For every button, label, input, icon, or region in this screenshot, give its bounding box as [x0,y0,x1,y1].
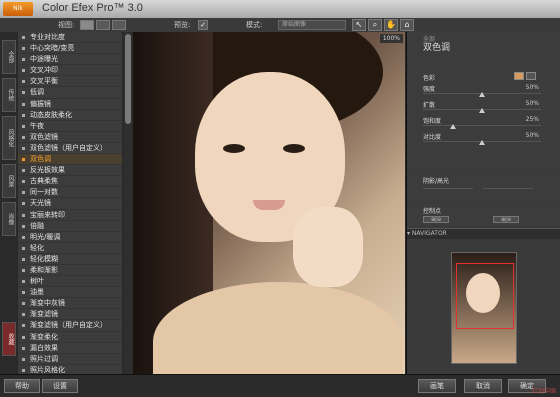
preview-checkbox[interactable]: ✓ [198,20,208,30]
filter-item[interactable]: 同一对数 [18,187,122,199]
app-logo: Nik [3,2,33,16]
param-value: 25% [525,116,539,123]
pointer-tool-icon[interactable]: ↖ [352,19,366,31]
filter-item[interactable]: 渐变滤镜（用户自定义） [18,320,122,332]
filter-item[interactable]: 明光/暖调 [18,232,122,243]
param-label: 强度 [423,86,436,93]
slider-knob[interactable] [479,140,485,145]
filter-settings-section: 全部 双色调 色彩 强度 50% 扩散 50% 饱和度 25% 对比度 50% [407,32,560,172]
fit-tool-icon[interactable]: ⌂ [400,19,414,31]
filter-item[interactable]: 双色滤镜（用户自定义） [18,143,122,155]
filter-item[interactable]: 轻化模糊 [18,254,122,265]
eyedropper-icon[interactable] [526,72,536,80]
bottom-bar: 帮助 设置 画笔 取消 确定 红动中国 [0,374,560,397]
help-button[interactable]: 帮助 [4,379,40,393]
brush-button[interactable]: 画笔 [418,379,456,393]
slider-knob[interactable] [449,124,456,129]
filter-item[interactable]: 中心突暗/变亮 [18,43,122,55]
shadows-highlights-section: 阴影/高光 [407,174,560,202]
zoom-indicator: 100% [379,34,403,43]
color-swatch[interactable] [514,72,524,80]
filter-item[interactable]: 柔和渐影 [18,265,122,277]
filter-item[interactable]: 反光板效果 [18,165,122,177]
param-label: 饱和度 [423,118,442,125]
tab-all[interactable]: 全部 [2,40,16,74]
toolbar: 视图: 预览: ✓ 模式: 原始图像 ↖ ⌕ ✋ ⌂ [0,18,560,33]
filter-item[interactable]: 渐变滤镜 [18,309,122,321]
filter-item[interactable]: 交叉冲印 [18,65,122,77]
view-label: 视图: [58,21,75,29]
hand-tool-icon[interactable]: ✋ [384,19,398,31]
control-points-label: 控制点 [423,208,442,215]
filter-item[interactable]: 双色滤镜 [18,132,122,143]
side-by-side-view-button[interactable] [112,20,126,30]
single-view-button[interactable] [80,20,94,30]
settings-button[interactable]: 设置 [42,379,78,393]
filter-item[interactable]: 照片过调 [18,354,122,365]
filter-item[interactable]: 树叶 [18,276,122,288]
filter-item[interactable]: 午夜 [18,121,122,132]
filter-item[interactable]: 照片风格化 [18,365,122,374]
slider-knob[interactable] [479,108,485,113]
preview-label: 预览: [174,21,191,29]
param-value: 50% [525,84,539,91]
tab-landscape[interactable]: 风景 [2,164,16,198]
filter-controls-panel: 全部 双色调 色彩 强度 50% 扩散 50% 饱和度 25% 对比度 50% 阴影/高光 控… [406,32,560,374]
filter-item[interactable]: 动态皮肤柔化 [18,110,122,121]
filter-item[interactable]: 交叉平衡 [18,76,122,88]
filter-item[interactable]: 渐变中灰镜 [18,298,122,310]
mode-select[interactable]: 原始图像 [278,20,346,30]
filter-item[interactable]: 漏白效果 [18,343,122,354]
section-title: 双色调 [423,43,451,53]
tab-stylized[interactable]: 风格化 [2,116,16,160]
filter-item[interactable]: 渐变柔化 [18,332,122,343]
param-value: 50% [525,100,539,107]
tab-favorites[interactable]: 收藏 [2,322,16,356]
param-label: 对比度 [423,134,442,141]
control-points-section: 控制点 ⊕|⊖ ⊕|⊖ [407,204,560,226]
navigator-viewport[interactable] [456,263,514,329]
filter-item[interactable]: 古典柔焦 [18,176,122,188]
filter-item[interactable]: 专业对比度 [18,32,122,44]
navigator-header[interactable]: ▾ NAVIGATOR [407,228,560,239]
filter-item[interactable]: 油墨 [18,287,122,299]
slider-knob[interactable] [479,92,485,97]
color-label: 色彩 [423,75,436,82]
cancel-button[interactable]: 取消 [464,379,502,393]
filter-item[interactable]: 中途曝光 [18,54,122,66]
filter-item[interactable]: 倍融 [18,221,122,232]
category-tabs: 全部 传统 风格化 风景 肖像 收藏 [0,32,19,374]
filter-item[interactable]: 天光镜 [18,198,122,210]
tab-traditional[interactable]: 传统 [2,78,16,112]
filter-item[interactable]: 偏振镜 [18,99,122,110]
image-preview[interactable]: 100% [133,32,405,374]
photo-right-eye [283,144,305,153]
highlights-slider[interactable] [483,188,533,189]
shadows-slider[interactable] [423,188,473,189]
filter-item[interactable]: 轻化 [18,243,122,254]
filter-list: 专业对比度 中心突暗/变亮 中途曝光 交叉冲印 交叉平衡 低调 偏振镜 动态皮肤柔化 午夜 双色滤… [18,32,122,374]
filter-item[interactable]: 宝丽来转印 [18,210,122,221]
photo-mouth [253,200,285,210]
scrollbar-thumb[interactable] [125,34,131,124]
param-label: 扩散 [423,102,436,109]
watermark-text: 红动中国 [531,388,556,395]
add-control-point-button[interactable]: ⊕|⊖ [423,216,449,223]
remove-control-point-button[interactable]: ⊕|⊖ [493,216,519,223]
tab-portrait[interactable]: 肖像 [2,202,16,236]
filter-item[interactable]: 低调 [18,87,122,99]
param-value: 50% [525,132,539,139]
shadows-highlights-label[interactable]: 阴影/高光 [423,176,449,185]
split-view-button[interactable] [96,20,110,30]
navigator-thumbnail[interactable] [451,252,517,364]
filter-item[interactable]: 双色调 [18,154,122,166]
param-slider[interactable] [423,125,541,126]
filter-list-scrollbar[interactable] [124,32,132,374]
mode-label: 模式: [246,21,263,29]
zoom-tool-icon[interactable]: ⌕ [368,19,382,31]
app-title: Color Efex Pro™ 3.0 [42,2,143,14]
title-bar: Nik Color Efex Pro™ 3.0 [0,0,560,19]
photo-left-eye [223,144,245,153]
photo-hand [293,207,363,287]
